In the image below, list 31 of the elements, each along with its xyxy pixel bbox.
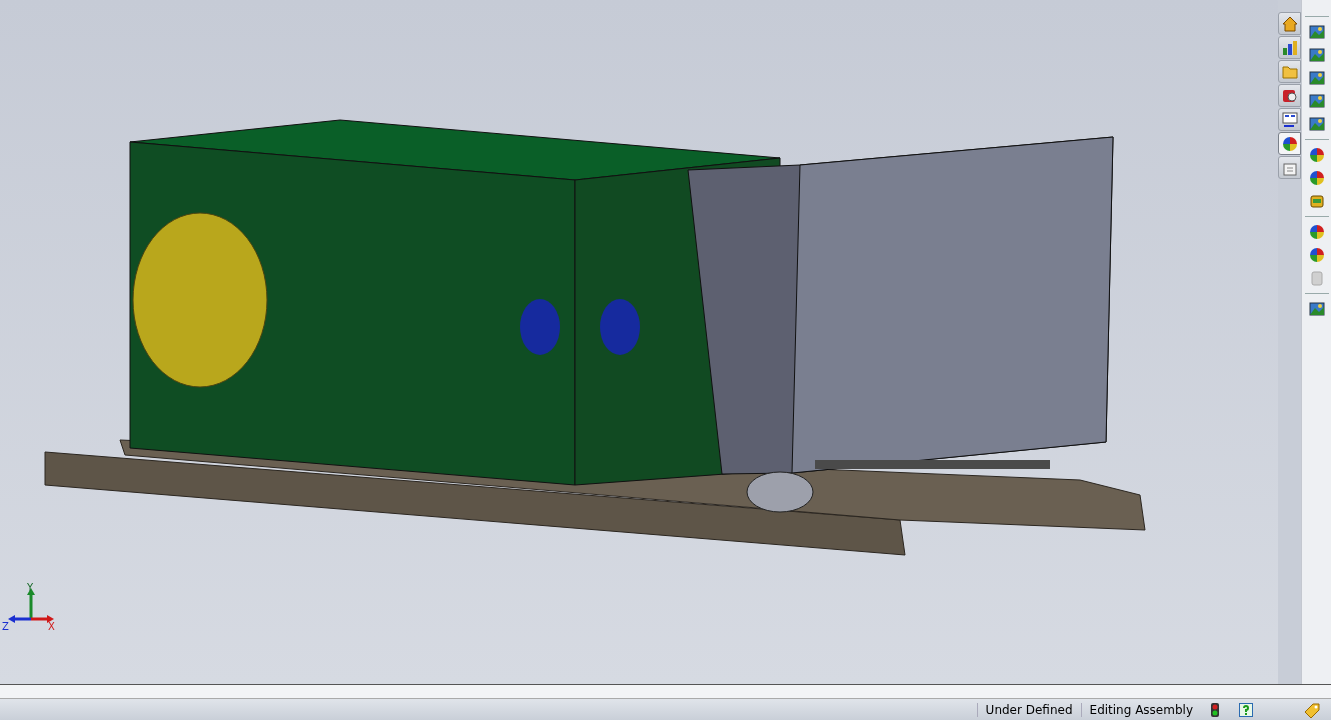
x-axis-label: X — [48, 622, 55, 632]
picture-icon[interactable] — [1308, 47, 1325, 63]
color-ball-icon[interactable] — [1308, 170, 1325, 186]
task-pane-tab[interactable] — [1278, 12, 1301, 35]
help-icon[interactable] — [1239, 702, 1253, 717]
picture-icon[interactable] — [1308, 70, 1325, 86]
house-icon — [1281, 15, 1298, 32]
picture-icon[interactable] — [1308, 116, 1325, 132]
traffic-light-icon — [1211, 702, 1219, 717]
picture-icon[interactable] — [1308, 301, 1325, 317]
y-axis-label: Y — [27, 583, 34, 593]
task-pane-tab[interactable] — [1278, 36, 1301, 59]
task-pane-tab[interactable] — [1278, 84, 1301, 107]
clipboard-icon[interactable] — [1308, 270, 1325, 286]
tag-icon[interactable] — [1303, 701, 1321, 718]
color-ball-icon[interactable] — [1308, 224, 1325, 240]
picture-icon[interactable] — [1308, 24, 1325, 40]
layout-icon — [1281, 111, 1298, 128]
task-pane-tab[interactable] — [1278, 132, 1301, 155]
search-icon — [1281, 87, 1298, 104]
color-ball-icon[interactable] — [1308, 147, 1325, 163]
picture-icon[interactable] — [1308, 93, 1325, 109]
z-axis-label: Z — [2, 622, 9, 632]
bar-chart-icon — [1281, 39, 1298, 56]
folder-icon — [1281, 63, 1298, 80]
status-text: Editing Assembly — [1080, 702, 1201, 717]
task-pane-tab[interactable] — [1278, 108, 1301, 131]
status-text: Under Defined — [976, 702, 1081, 717]
color-ball-icon[interactable] — [1308, 247, 1325, 263]
cylinder-icon[interactable] — [1308, 193, 1325, 209]
color-ball-icon — [1281, 135, 1298, 152]
